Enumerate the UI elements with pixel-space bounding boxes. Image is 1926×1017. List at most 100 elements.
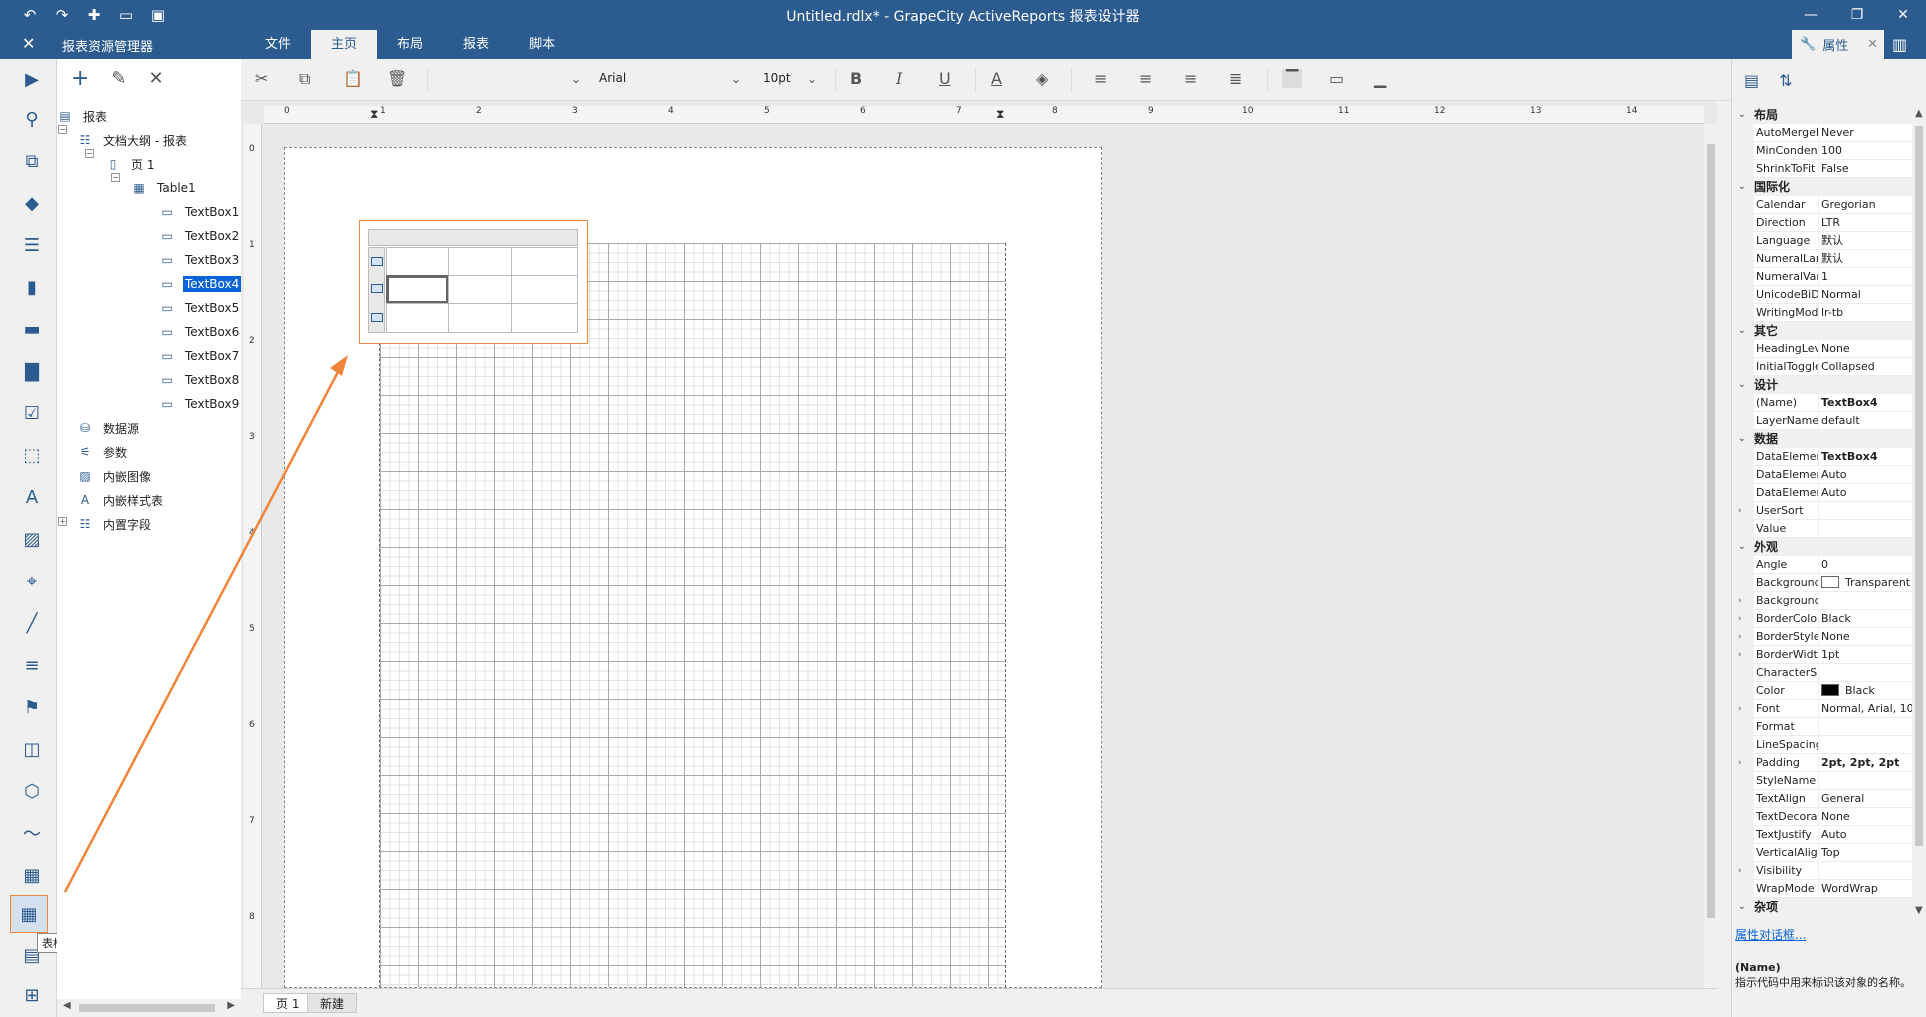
align-right-icon[interactable]: ≡	[1184, 69, 1197, 88]
image-icon[interactable]: ▨	[18, 525, 46, 553]
property-value[interactable]: Never	[1819, 124, 1913, 142]
chevron-down-icon[interactable]: ⌄	[807, 72, 817, 86]
scroll-thumb[interactable]	[79, 1004, 215, 1012]
property-value[interactable]: LTR	[1819, 214, 1913, 232]
property-row[interactable]: Background Transparent	[1732, 574, 1913, 592]
property-value[interactable]: General	[1819, 790, 1913, 808]
line-icon[interactable]: ╱	[18, 609, 46, 637]
chevron-down-icon[interactable]: ⌄	[1738, 376, 1746, 394]
property-value[interactable]: lr-tb	[1819, 304, 1913, 322]
explorer-hscrollbar[interactable]: ◀ ▶	[57, 999, 241, 1017]
property-value[interactable]: Auto	[1819, 826, 1913, 844]
container-icon[interactable]: ⬚	[18, 441, 46, 469]
font-name-select[interactable]: Arial	[599, 71, 626, 85]
tree-node-textbox[interactable]: ▭ TextBox8	[159, 369, 241, 391]
tree-node-textbox[interactable]: ▭ TextBox3	[159, 249, 241, 271]
property-value[interactable]: 2pt, 2pt, 2pt	[1819, 754, 1913, 772]
chevron-down-icon[interactable]: ⌄	[1738, 106, 1746, 124]
property-value[interactable]: 1pt	[1819, 646, 1913, 664]
property-dialog-link[interactable]: 属性对话框...	[1735, 926, 1806, 943]
chevron-down-icon[interactable]: ⌄	[1738, 178, 1746, 196]
scroll-down-icon[interactable]: ▼	[1915, 905, 1923, 916]
property-value[interactable]: 1	[1819, 268, 1913, 286]
property-value[interactable]: Transparent	[1819, 574, 1913, 592]
property-value[interactable]: Auto	[1819, 484, 1913, 502]
property-row[interactable]: TextJustify Auto	[1732, 826, 1913, 844]
tab-new-page[interactable]: 新建	[307, 993, 358, 1013]
property-value[interactable]	[1819, 520, 1913, 538]
overflow-icon[interactable]: ◫	[18, 735, 46, 763]
property-row[interactable]: WritingMod lr-tb	[1732, 304, 1913, 322]
chevron-right-icon[interactable]: ›	[1738, 700, 1742, 718]
chevron-right-icon[interactable]: ›	[1738, 754, 1742, 772]
property-value[interactable]	[1819, 736, 1913, 754]
tree-node-textbox[interactable]: ▭ TextBox1	[159, 201, 241, 223]
property-category[interactable]: ⌄ 杂项	[1732, 898, 1913, 916]
property-category[interactable]: ⌄ 国际化	[1732, 178, 1913, 196]
list-report-icon[interactable]: ☰	[18, 231, 46, 259]
sparkline-icon[interactable]: 〜	[18, 819, 46, 847]
table-cell[interactable]	[448, 247, 512, 276]
tree-node-embedded-stylesheets[interactable]: A 内嵌样式表	[77, 489, 165, 511]
table-cell[interactable]	[386, 247, 449, 276]
tab-script[interactable]: 脚本	[509, 30, 575, 59]
tree-node-parameters[interactable]: ⚟ 参数	[77, 441, 129, 463]
property-category[interactable]: ⌄ 其它	[1732, 322, 1913, 340]
property-category[interactable]: ⌄ 布局	[1732, 106, 1913, 124]
property-row[interactable]: CharacterSp	[1732, 664, 1913, 682]
property-row[interactable]: TextDecoratiNone	[1732, 808, 1913, 826]
close-icon[interactable]: ✕	[1880, 0, 1926, 30]
copy-icon[interactable]: ⧉	[299, 69, 310, 89]
margin-marker-icon[interactable]: ⧗	[996, 107, 1004, 122]
restore-icon[interactable]: ❐	[1834, 0, 1880, 30]
chevron-down-icon[interactable]: ⌄	[731, 72, 741, 86]
property-row[interactable]: LayerName default	[1732, 412, 1913, 430]
tablix-icon[interactable]: ⊞	[18, 981, 46, 1009]
property-row[interactable]: UnicodeBiDi Normal	[1732, 286, 1913, 304]
align-center-icon[interactable]: ≡	[1139, 69, 1152, 88]
property-row[interactable]: › Font Normal, Arial, 10	[1732, 700, 1913, 718]
tab-report[interactable]: 报表	[443, 30, 509, 59]
margin-marker-icon[interactable]: ⧗	[370, 107, 378, 122]
close-properties-icon[interactable]: ✕	[1867, 37, 1878, 52]
chevron-down-icon[interactable]: ⌄	[1738, 430, 1746, 448]
align-left-icon[interactable]: ≡	[1094, 69, 1107, 88]
chevron-right-icon[interactable]: ›	[1738, 862, 1742, 880]
property-row[interactable]: Color Black	[1732, 682, 1913, 700]
property-value[interactable]: None	[1819, 340, 1913, 358]
property-category[interactable]: ⌄ 设计	[1732, 376, 1913, 394]
paste-icon[interactable]: 📋	[343, 69, 363, 88]
bullet-icon[interactable]: ▬	[18, 315, 46, 343]
justify-icon[interactable]: ≣	[1229, 69, 1242, 88]
property-value[interactable]: Black	[1819, 682, 1913, 700]
categorized-icon[interactable]: ▤	[1744, 71, 1759, 90]
chevron-right-icon[interactable]: ›	[1738, 592, 1742, 610]
property-value[interactable]: None	[1819, 808, 1913, 826]
expander-icon[interactable]: −	[111, 173, 120, 182]
property-row[interactable]: VerticalAlign Top	[1732, 844, 1913, 862]
property-value[interactable]: None	[1819, 628, 1913, 646]
property-row[interactable]: Value	[1732, 520, 1913, 538]
italic-icon[interactable]: I	[896, 69, 902, 88]
tree-node-textbox[interactable]: ▭ TextBox9	[159, 393, 241, 415]
property-value[interactable]	[1819, 772, 1913, 790]
property-row[interactable]: InitialToggle Collapsed	[1732, 358, 1913, 376]
property-row[interactable]: Angle 0	[1732, 556, 1913, 574]
property-value[interactable]: Collapsed	[1819, 358, 1913, 376]
formatted-text-icon[interactable]: A	[18, 483, 46, 511]
property-row[interactable]: › Background	[1732, 592, 1913, 610]
tree-node-page[interactable]: ▯ 页 1	[105, 153, 156, 175]
property-value[interactable]: Normal, Arial, 10	[1819, 700, 1913, 718]
property-value[interactable]: Gregorian	[1819, 196, 1913, 214]
edit-icon[interactable]: ✎	[111, 68, 126, 89]
table-cell[interactable]	[511, 247, 578, 276]
cut-icon[interactable]: ✂	[255, 69, 268, 88]
tree-icon[interactable]: ⚲	[18, 105, 46, 133]
shape-icon[interactable]: ⬡	[18, 777, 46, 805]
close-explorer-icon[interactable]: ✕	[22, 34, 35, 53]
property-row[interactable]: (Name) TextBox4	[1732, 394, 1913, 412]
property-row[interactable]: › Padding 2pt, 2pt, 2pt	[1732, 754, 1913, 772]
table-cell[interactable]	[511, 275, 578, 304]
chevron-down-icon[interactable]: ⌄	[1738, 538, 1746, 556]
table-icon[interactable]: ▦	[10, 895, 48, 933]
